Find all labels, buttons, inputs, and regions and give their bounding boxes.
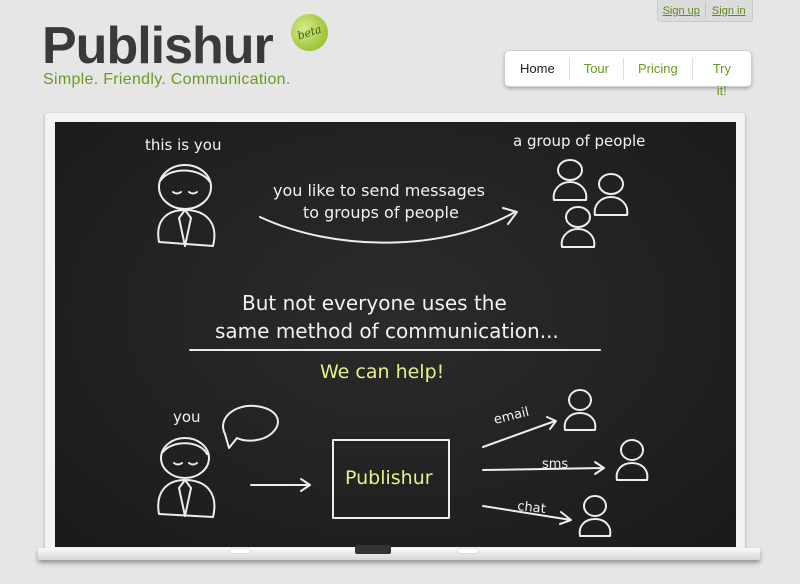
group-label: a group of people bbox=[513, 132, 645, 150]
signup-link[interactable]: Sign up bbox=[658, 5, 705, 17]
chalkboard-illustration: this is you a group of people you like t… bbox=[145, 132, 649, 537]
send-line-1: you like to send messages bbox=[273, 181, 485, 200]
nav-tour[interactable]: Tour bbox=[568, 57, 623, 80]
channel-sms: sms bbox=[542, 457, 568, 472]
send-line-2: to groups of people bbox=[303, 203, 459, 222]
recipient-email-icon bbox=[563, 389, 597, 431]
help-text: We can help! bbox=[320, 361, 444, 383]
eraser bbox=[355, 545, 391, 554]
recipient-chat-icon bbox=[578, 495, 612, 537]
nav-try-it[interactable]: Try it! bbox=[691, 57, 751, 98]
speech-bubble-icon bbox=[222, 404, 279, 449]
problem-line-1: But not everyone uses the bbox=[242, 291, 507, 315]
chalk-stick bbox=[458, 549, 478, 553]
person-you-small-icon bbox=[157, 437, 216, 518]
you-label: this is you bbox=[145, 136, 221, 154]
nav-pricing[interactable]: Pricing bbox=[622, 57, 692, 80]
recipient-sms-icon bbox=[615, 439, 649, 481]
box-label: Publishur bbox=[345, 467, 433, 489]
chalk-tray bbox=[38, 548, 760, 560]
send-arrowhead-icon bbox=[502, 207, 518, 225]
person-you-icon bbox=[157, 164, 216, 247]
logo-wordmark[interactable]: Publishur bbox=[42, 20, 274, 72]
main-nav: Home Tour Pricing Try it! bbox=[505, 51, 751, 98]
problem-line-2: same method of communication... bbox=[215, 319, 559, 343]
auth-links: Sign up Sign in bbox=[657, 0, 753, 22]
chalk-stick bbox=[230, 549, 250, 553]
nav-home[interactable]: Home bbox=[505, 58, 569, 80]
channel-email: email bbox=[492, 405, 530, 428]
signin-link[interactable]: Sign in bbox=[706, 5, 753, 17]
you-small-label: you bbox=[173, 408, 201, 426]
channel-chat: chat bbox=[517, 499, 547, 517]
group-people-icon bbox=[552, 159, 629, 248]
arrow-to-box-icon bbox=[250, 478, 311, 492]
beta-badge: beta bbox=[286, 9, 333, 56]
tagline: Simple. Friendly. Communication. bbox=[43, 71, 291, 88]
